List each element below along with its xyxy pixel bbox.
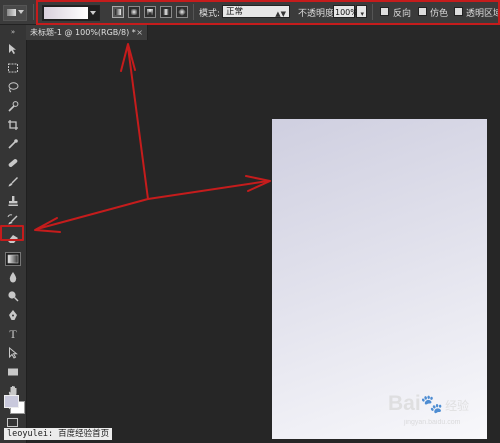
clone-stamp-icon[interactable] [6,195,20,207]
dodge-icon[interactable] [6,290,20,302]
quick-select-icon[interactable] [6,100,20,112]
brush-icon[interactable] [6,176,20,188]
toolbox: » T [0,25,27,443]
quick-mask-icon[interactable] [7,418,18,427]
pen-icon[interactable] [6,309,20,321]
foreground-color-swatch[interactable] [4,395,19,408]
marquee-icon[interactable] [6,62,20,74]
chevron-down-icon [18,10,24,14]
baidu-watermark-url: jingyan.baidu.com [404,419,461,426]
type-icon[interactable]: T [6,328,20,340]
tool-preset-picker[interactable] [3,5,27,21]
eyedropper-icon[interactable] [6,138,20,150]
path-select-icon[interactable] [6,347,20,359]
baidu-watermark-text: Bai [388,392,421,415]
gradient-icon[interactable] [5,252,21,266]
document-tab-bar: 未标题-1 @ 100%(RGB/8) * × [26,25,500,40]
baidu-watermark: Bai🐾 经验 [388,392,469,416]
move-icon[interactable] [6,43,20,55]
document-title: 未标题-1 @ 100%(RGB/8) * [30,28,136,37]
default-colors-icon[interactable] [3,381,9,387]
collapse-icon[interactable]: » [6,26,20,38]
lasso-icon[interactable] [6,81,20,93]
user-watermark: leoyulei: 百度经验首页 [4,428,113,440]
eraser-icon[interactable] [6,233,20,245]
gradient-preset-icon [7,9,16,16]
options-bar: 模式: 正常 ▲▼ 不透明度: 100% ▾ 反向 仿色 透明区域 [0,0,500,25]
crop-icon[interactable] [6,119,20,131]
healing-brush-icon[interactable] [6,157,20,169]
document-canvas[interactable] [272,119,487,439]
rectangle-icon[interactable] [6,366,20,378]
divider [33,4,34,20]
blur-icon[interactable] [6,271,20,283]
annotation-highlight-options [36,0,500,25]
close-icon[interactable]: × [136,25,143,40]
history-brush-icon[interactable] [6,214,20,226]
paw-icon: 🐾 [420,394,444,414]
document-tab[interactable]: 未标题-1 @ 100%(RGB/8) * × [26,25,148,40]
baidu-watermark-suffix: 经验 [445,399,470,413]
